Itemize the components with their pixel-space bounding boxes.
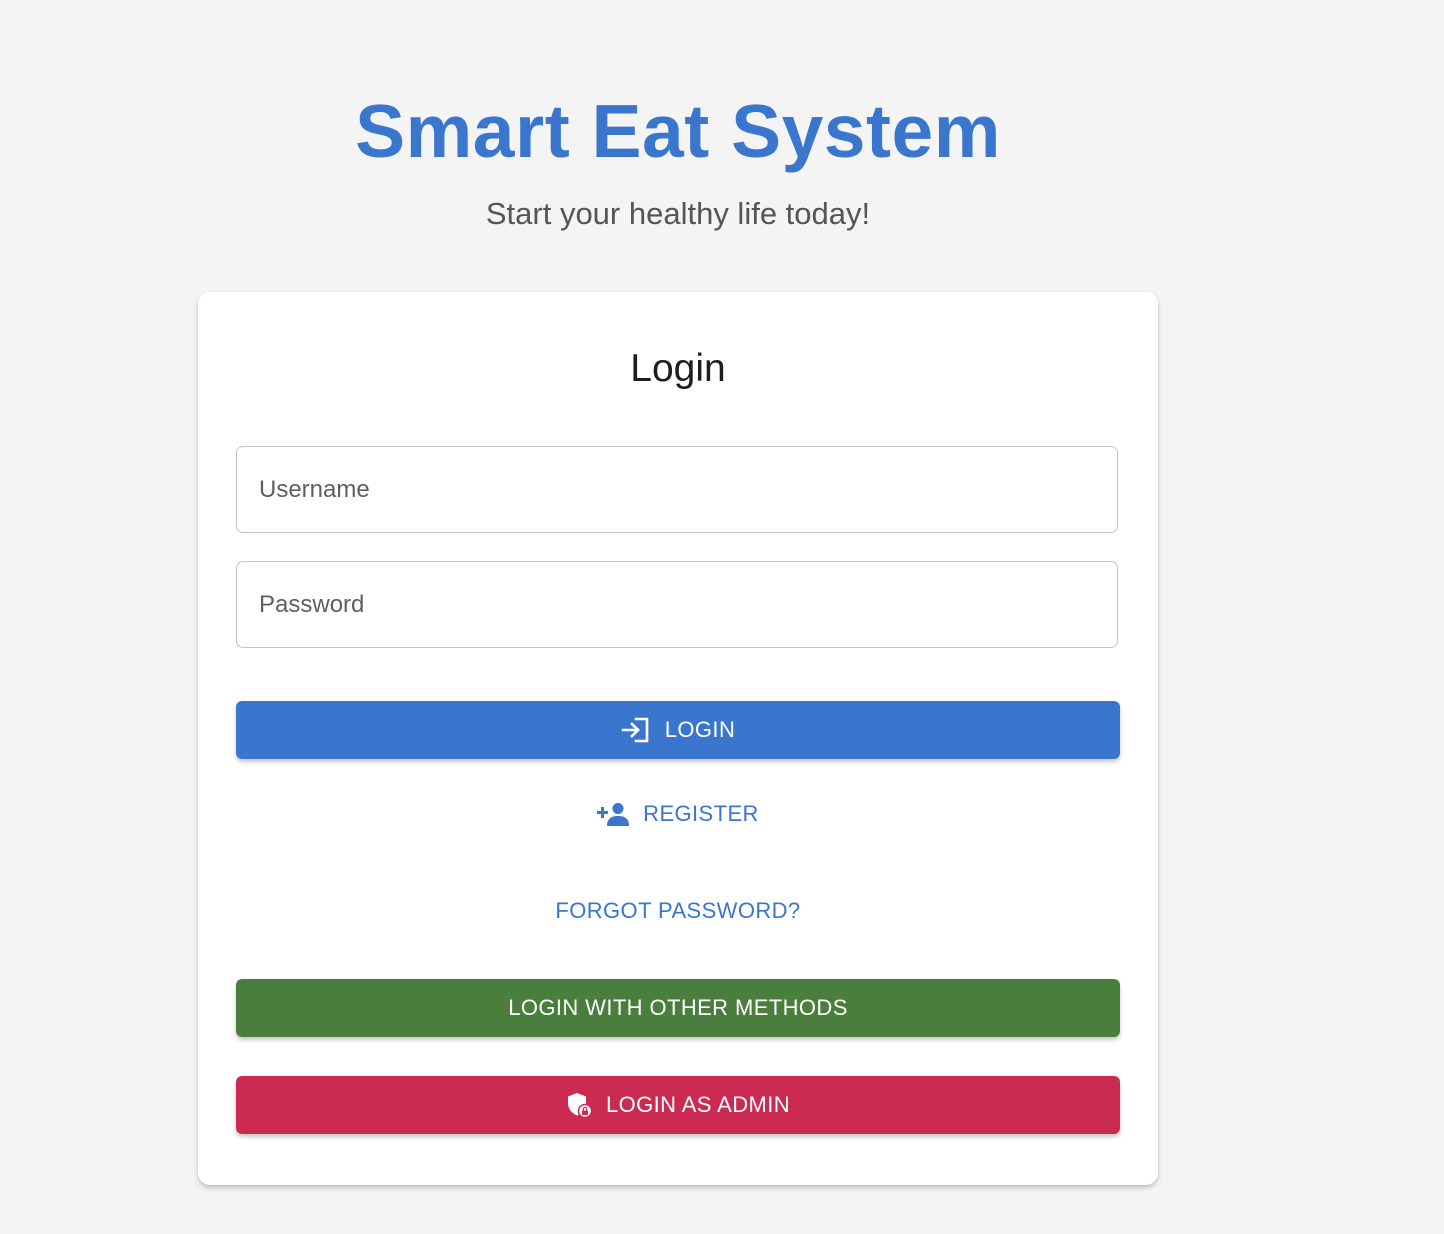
app-subtitle: Start your healthy life today! [485,196,871,231]
password-field [236,561,1118,648]
login-title: Login [630,347,726,390]
person-add-icon [597,802,630,826]
login-button[interactable]: LOGIN [236,701,1120,759]
login-icon [621,717,651,743]
password-input[interactable] [237,562,1117,647]
admin-shield-icon [566,1092,592,1118]
forgot-password-label: FORGOT PASSWORD? [555,898,801,923]
forgot-password-button[interactable]: FORGOT PASSWORD? [520,888,836,934]
login-button-label: LOGIN [664,717,736,742]
login-as-admin-label: LOGIN AS ADMIN [605,1092,791,1117]
login-as-admin-button[interactable]: LOGIN AS ADMIN [236,1076,1120,1134]
username-input[interactable] [237,447,1117,532]
app-title: Smart Eat System [355,89,1001,173]
login-other-methods-label: LOGIN WITH OTHER METHODS [508,995,848,1020]
register-button[interactable]: REGISTER [560,790,796,838]
username-field [236,446,1118,533]
register-button-label: REGISTER [643,801,759,826]
login-other-methods-button[interactable]: LOGIN WITH OTHER METHODS [236,979,1120,1037]
